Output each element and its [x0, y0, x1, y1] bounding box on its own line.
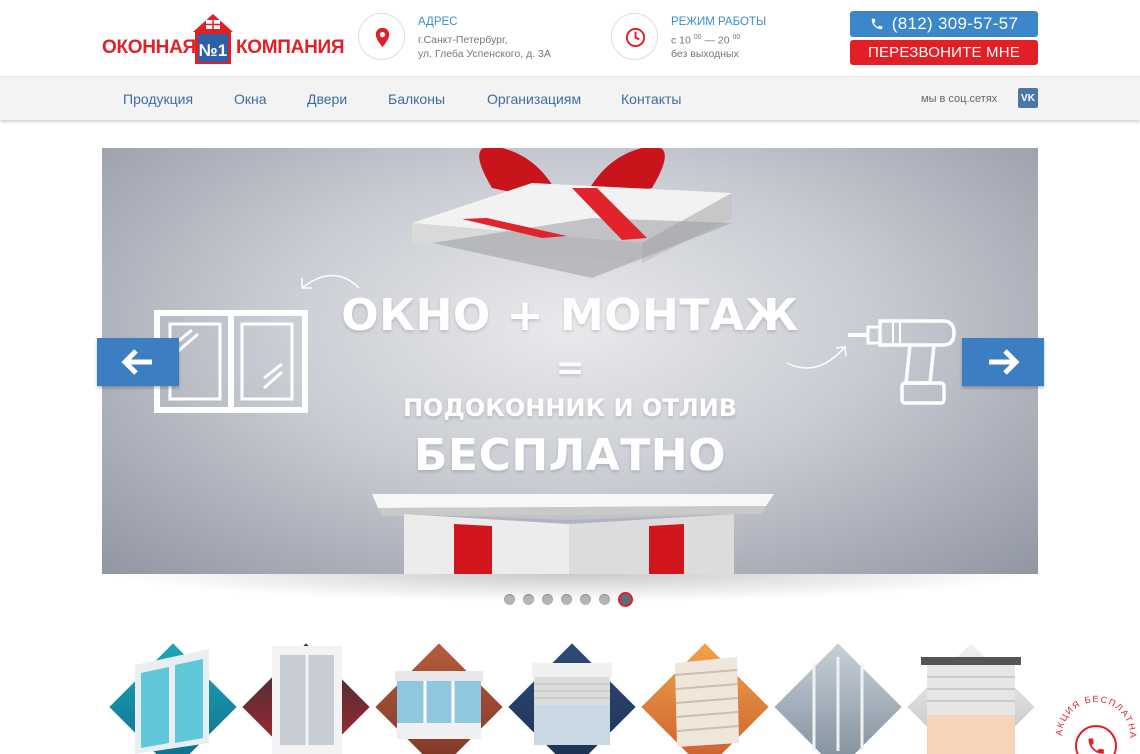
hours-title: РЕЖИМ РАБОТЫ: [671, 16, 767, 28]
logo-badge-text: №1: [199, 41, 227, 60]
slider-next-button[interactable]: [962, 338, 1044, 386]
nav-item-windows[interactable]: Окна: [234, 91, 267, 107]
callback-button[interactable]: ПЕРЕЗВОНИТЕ МНЕ: [850, 40, 1038, 65]
vk-icon[interactable]: VK: [1018, 88, 1038, 108]
gift-box-base-icon: [372, 494, 774, 574]
address-block: АДРЕС г.Санкт-Петербург, ул. Глеба Успен…: [358, 13, 588, 63]
social-label: мы в соц.сетях: [921, 93, 998, 105]
slider-dot[interactable]: [542, 593, 553, 605]
hours-block: РЕЖИМ РАБОТЫ с 10 00 — 20 00 без выходны…: [611, 13, 811, 63]
promo-badge-ring: АКЦИЯ БЕСПЛАТНАЯ: [1048, 680, 1137, 754]
logo-right-text: КОМПАНИЯ: [236, 37, 345, 58]
window-icon: [135, 649, 209, 754]
slider-dots: [504, 591, 633, 607]
page: ОКОННАЯ №1 КОМПАНИЯ АДРЕС г.Санкт-Петерб…: [0, 0, 1140, 754]
category-doors[interactable]: [242, 643, 370, 754]
category-glass-partitions[interactable]: [774, 643, 902, 754]
category-roller-shutters[interactable]: [508, 643, 636, 754]
garage-door-icon: [921, 657, 1021, 754]
slider-dot[interactable]: [504, 593, 515, 605]
promo-badge[interactable]: АКЦИЯ БЕСПЛАТНАЯ: [1048, 680, 1140, 754]
category-windows[interactable]: [109, 643, 237, 754]
logo-left-text: ОКОННАЯ: [102, 37, 196, 58]
gift-box-lid-icon: [412, 148, 732, 278]
nav-item-balconies[interactable]: Балконы: [388, 91, 445, 107]
slide-headline-equals: =: [555, 348, 585, 388]
logo-house-icon: №1: [193, 14, 233, 64]
nav-item-contacts[interactable]: Контакты: [621, 91, 681, 107]
shutter-icon: [532, 663, 612, 745]
arrow-left-icon: [121, 349, 152, 375]
main-nav: Продукция Окна Двери Балконы Организация…: [0, 76, 1140, 120]
slide-headline-3: БЕСПЛАТНО: [413, 430, 727, 481]
nav-item-doors[interactable]: Двери: [307, 91, 347, 107]
phone-button[interactable]: (812) 309-57-57: [850, 11, 1038, 37]
blinds-icon: [674, 657, 740, 747]
slider-dot[interactable]: [561, 593, 572, 605]
nav-item-organizations[interactable]: Организациям: [487, 91, 581, 107]
address-line2: ул. Глеба Успенского, д. 3А: [418, 48, 551, 60]
slide-headline-1: ОКНО + МОНТАЖ: [341, 290, 799, 341]
slider-dot[interactable]: [599, 593, 610, 605]
phone-icon: [871, 18, 883, 30]
partition-icon: [812, 657, 864, 751]
category-blinds[interactable]: [641, 643, 769, 754]
address-title: АДРЕС: [418, 16, 458, 28]
arrow-right-icon: [989, 349, 1020, 375]
balcony-icon: [395, 671, 483, 739]
promo-slider[interactable]: ОКНО + МОНТАЖ = ПОДОКОННИК И ОТЛИВ БЕСПЛ…: [102, 148, 1038, 574]
slider-dot[interactable]: [523, 593, 534, 605]
phone-number: (812) 309-57-57: [891, 14, 1019, 33]
slide-headline-2: ПОДОКОННИК И ОТЛИВ: [402, 394, 738, 422]
address-line1: г.Санкт-Петербург,: [418, 34, 508, 46]
door-icon: [272, 646, 342, 754]
clock-icon: [625, 27, 646, 48]
nav-item-products[interactable]: Продукция: [123, 91, 193, 107]
slider-dot-active[interactable]: [618, 591, 633, 607]
category-balconies[interactable]: [375, 643, 503, 754]
slider-prev-button[interactable]: [97, 338, 179, 386]
slider-dot[interactable]: [580, 593, 591, 605]
hours-line2: без выходных: [671, 48, 739, 60]
logo[interactable]: ОКОННАЯ №1 КОМПАНИЯ: [102, 12, 345, 68]
hours-line1: с 10 00 — 20 00: [671, 34, 741, 47]
address-icon-circle: [358, 13, 405, 60]
header: ОКОННАЯ №1 КОМПАНИЯ АДРЕС г.Санкт-Петерб…: [0, 0, 1140, 76]
hours-icon-circle: [611, 13, 658, 60]
category-garage-doors[interactable]: [907, 643, 1035, 754]
location-pin-icon: [375, 27, 390, 48]
